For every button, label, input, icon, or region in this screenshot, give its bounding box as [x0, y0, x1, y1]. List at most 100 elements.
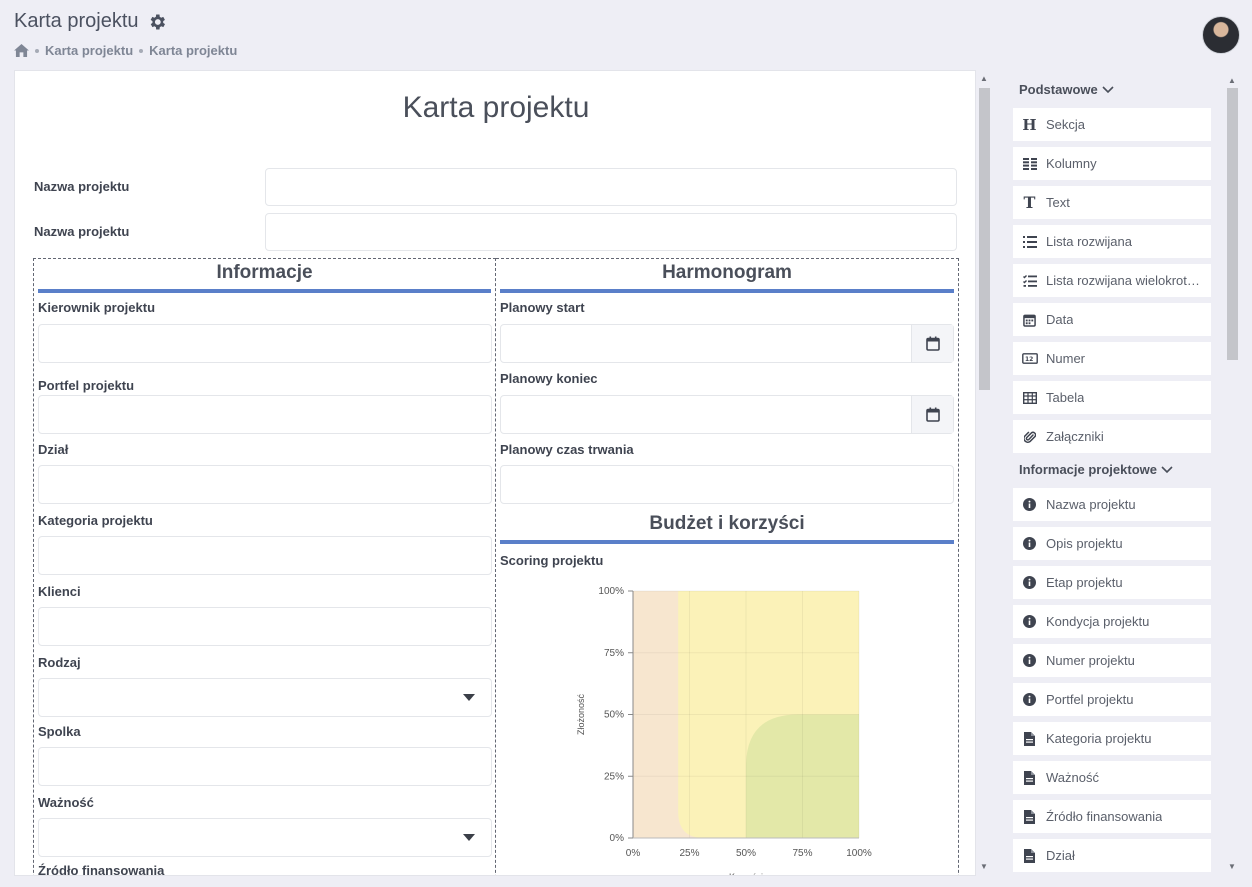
- y-tick-label: 75%: [604, 648, 624, 659]
- chevron-down-icon: [1161, 465, 1173, 473]
- breadcrumb: Karta projektu Karta projektu: [14, 43, 237, 58]
- palette-item[interactable]: Załączniki: [1013, 420, 1211, 453]
- field-label: Scoring projektu: [500, 553, 604, 568]
- svg-text:12: 12: [1025, 356, 1033, 363]
- priority-select[interactable]: [38, 818, 492, 857]
- palette-item-label: Data: [1046, 312, 1074, 327]
- palette-item-label: Kolumny: [1046, 156, 1097, 171]
- palette-item[interactable]: Kategoria projektu: [1013, 722, 1211, 755]
- project-name-input-2[interactable]: [265, 213, 957, 251]
- info-icon: [1013, 615, 1046, 628]
- breadcrumb-item[interactable]: Karta projektu: [149, 43, 237, 58]
- scroll-down-icon[interactable]: ▼: [980, 862, 988, 871]
- field-label: Planowy koniec: [500, 371, 598, 386]
- x-tick-label: 50%: [736, 848, 756, 859]
- palette-item-label: Nazwa projektu: [1046, 497, 1136, 512]
- app-title: Karta projektu: [14, 10, 167, 33]
- palette-item[interactable]: Kondycja projektu: [1013, 605, 1211, 638]
- project-name-input[interactable]: [265, 168, 957, 206]
- palette-item[interactable]: Lista rozwijana wielokrotnego wyboru: [1013, 264, 1211, 297]
- palette-item-label: Tabela: [1046, 390, 1085, 405]
- scroll-up-icon[interactable]: ▲: [980, 74, 988, 83]
- x-tick-label: 25%: [679, 848, 699, 859]
- column-informacje: Informacje Kierownik projektu Portfel pr…: [33, 258, 496, 875]
- palette-item[interactable]: Źródło finansowania: [1013, 800, 1211, 833]
- portfolio-input[interactable]: [38, 395, 492, 434]
- palette-item[interactable]: H Sekcja: [1013, 108, 1211, 141]
- palette-group-header[interactable]: Podstawowe: [1019, 82, 1114, 97]
- info-icon: [1013, 576, 1046, 589]
- text-icon: T: [1023, 193, 1036, 212]
- palette-item[interactable]: Kolumny: [1013, 147, 1211, 180]
- field-label: Rodzaj: [38, 655, 81, 670]
- gear-icon[interactable]: [147, 12, 167, 32]
- palette-item[interactable]: Portfel projektu: [1013, 683, 1211, 716]
- file-icon: [1013, 848, 1046, 863]
- field-label: Klienci: [38, 584, 81, 599]
- palette-item[interactable]: Tabela: [1013, 381, 1211, 414]
- palette-item[interactable]: Numer projektu: [1013, 644, 1211, 677]
- info-icon: [1013, 693, 1046, 706]
- palette-item[interactable]: T Text: [1013, 186, 1211, 219]
- scroll-up-icon[interactable]: ▲: [1228, 76, 1236, 85]
- planned-duration-input[interactable]: [500, 465, 954, 504]
- home-icon[interactable]: [14, 44, 29, 57]
- type-select[interactable]: [38, 678, 492, 717]
- chevron-down-icon: [463, 834, 475, 841]
- x-tick-label: 75%: [792, 848, 812, 859]
- scroll-thumb[interactable]: [1227, 88, 1238, 360]
- field-label: Ważność: [38, 795, 94, 810]
- y-tick-label: 25%: [604, 771, 624, 782]
- field-label: Nazwa projektu: [34, 224, 130, 239]
- palette-scrollbar[interactable]: ▲ ▼: [1226, 72, 1238, 878]
- field-label: Planowy start: [500, 300, 585, 315]
- field-label: Kierownik projektu: [38, 300, 156, 315]
- info-icon: [1013, 537, 1046, 550]
- category-input[interactable]: [38, 536, 492, 575]
- palette-item-label: Źródło finansowania: [1046, 809, 1163, 824]
- list-icon: [1013, 235, 1046, 248]
- planned-start-input[interactable]: [500, 324, 954, 363]
- x-axis-label: Korzyści: [729, 872, 763, 876]
- table-icon: [1013, 391, 1046, 404]
- palette-item[interactable]: Lista rozwijana: [1013, 225, 1211, 258]
- project-manager-input[interactable]: [38, 324, 492, 363]
- breadcrumb-item[interactable]: Karta projektu: [45, 43, 133, 58]
- palette-item[interactable]: Dział: [1013, 839, 1211, 872]
- palette-item[interactable]: Opis projektu: [1013, 527, 1211, 560]
- palette-item-label: Dział: [1046, 848, 1075, 863]
- palette-item[interactable]: Data: [1013, 303, 1211, 336]
- department-input[interactable]: [38, 465, 492, 504]
- palette-item[interactable]: Nazwa projektu: [1013, 488, 1211, 521]
- info-icon: [1013, 654, 1046, 667]
- y-tick-label: 0%: [610, 833, 625, 844]
- palette-item-label: Sekcja: [1046, 117, 1086, 132]
- y-tick-label: 50%: [604, 710, 624, 721]
- canvas-scrollbar[interactable]: ▲ ▼: [978, 70, 990, 876]
- calendar-button[interactable]: [911, 325, 953, 362]
- planned-end-input[interactable]: [500, 395, 954, 434]
- clients-input[interactable]: [38, 607, 492, 646]
- palette-item-label: Lista rozwijana: [1046, 234, 1132, 249]
- scroll-thumb[interactable]: [979, 88, 990, 390]
- field-label: Portfel projektu: [38, 378, 135, 393]
- palette-item-label: Portfel projektu: [1046, 692, 1134, 707]
- top-bar: Karta projektu Karta projektu Karta proj…: [0, 0, 1252, 66]
- palette-item-label: Załączniki: [1046, 429, 1104, 444]
- info-icon: [1013, 498, 1046, 511]
- section-title-budget: Budżet i korzyści: [500, 510, 954, 544]
- avatar[interactable]: [1202, 16, 1240, 54]
- palette-item[interactable]: Etap projektu: [1013, 566, 1211, 599]
- field-label: Kategoria projektu: [38, 513, 153, 528]
- heading-icon: H: [1022, 115, 1037, 134]
- palette-item[interactable]: Ważność: [1013, 761, 1211, 794]
- form-title: Karta projektu: [402, 91, 590, 124]
- palette-item-label: Numer projektu: [1046, 653, 1135, 668]
- scroll-down-icon[interactable]: ▼: [1228, 862, 1236, 871]
- palette-item[interactable]: 12 Numer: [1013, 342, 1211, 375]
- calendar-button[interactable]: [911, 396, 953, 433]
- company-input[interactable]: [38, 747, 492, 786]
- palette-group-header[interactable]: Informacje projektowe: [1019, 462, 1173, 477]
- chevron-down-icon: [1102, 85, 1114, 93]
- palette-item-label: Opis projektu: [1046, 536, 1123, 551]
